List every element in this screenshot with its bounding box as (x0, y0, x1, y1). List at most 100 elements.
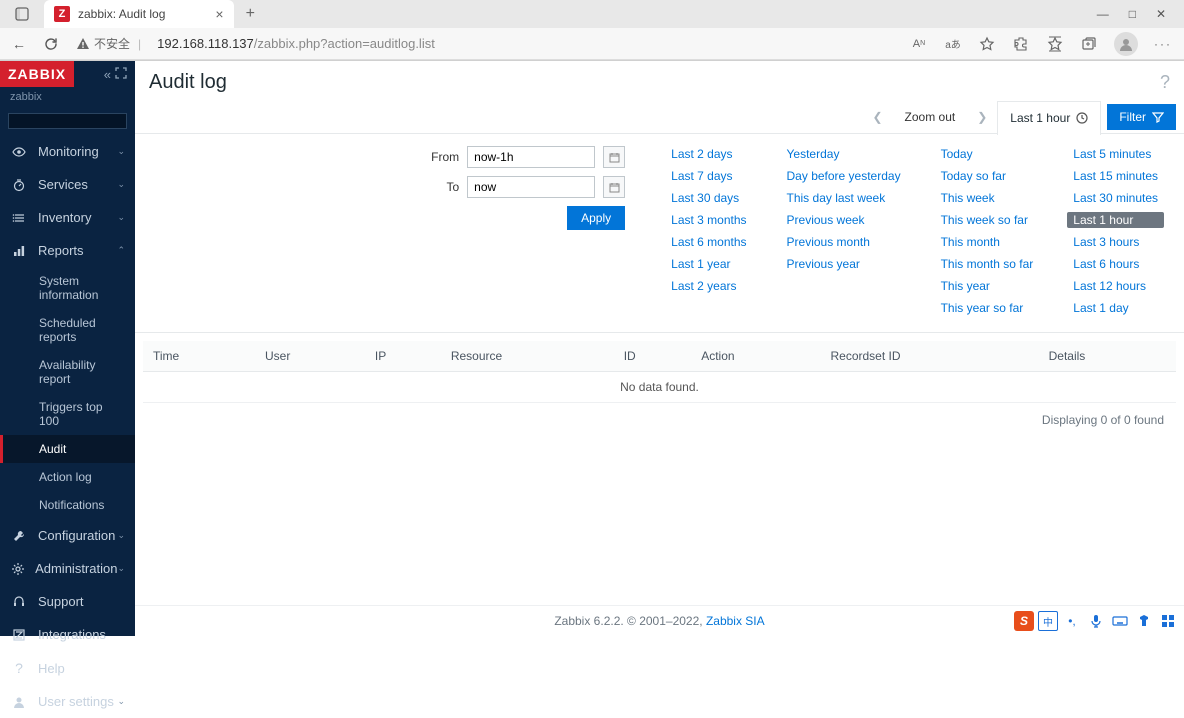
ime-sogou-icon[interactable]: S (1014, 611, 1034, 631)
nav-triggers-top[interactable]: Triggers top 100 (0, 393, 135, 435)
preset-link[interactable]: Today (935, 146, 1040, 162)
preset-link[interactable]: Previous month (781, 234, 907, 250)
preset-link[interactable]: Last 1 year (665, 256, 752, 272)
favorite-icon[interactable] (978, 35, 996, 53)
ime-punct-icon[interactable]: •, (1062, 611, 1082, 631)
minimize-icon[interactable]: — (1097, 7, 1109, 21)
nav-user-settings[interactable]: User settings ⌄ (0, 685, 135, 718)
ime-toolbox-icon[interactable] (1158, 611, 1178, 631)
preset-link[interactable]: Last 6 hours (1067, 256, 1164, 272)
collections-icon[interactable] (1080, 35, 1098, 53)
logo[interactable]: ZABBIX (0, 61, 74, 87)
preset-link[interactable]: Last 5 minutes (1067, 146, 1164, 162)
preset-link[interactable]: This week (935, 190, 1040, 206)
nav-inventory[interactable]: Inventory ⌄ (0, 201, 135, 234)
url-text[interactable]: 192.168.118.137/zabbix.php?action=auditl… (157, 36, 435, 51)
preset-link[interactable]: This month (935, 234, 1040, 250)
nav-label: Reports (38, 243, 84, 258)
preset-link[interactable]: Last 12 hours (1067, 278, 1164, 294)
tabs-overview-icon[interactable] (14, 6, 30, 22)
fullscreen-icon[interactable] (115, 67, 127, 82)
table-header[interactable]: Recordset ID (820, 341, 1038, 372)
table-header[interactable]: Details (1039, 341, 1176, 372)
preset-link[interactable]: Yesterday (781, 146, 907, 162)
zoom-out-button[interactable]: Zoom out (893, 110, 968, 124)
preset-link[interactable]: Last 30 days (665, 190, 752, 206)
chevron-down-icon: ⌄ (117, 212, 125, 223)
translate-icon[interactable]: aあ (944, 35, 962, 53)
wrench-icon (10, 529, 28, 543)
close-window-icon[interactable]: ✕ (1156, 7, 1166, 21)
favorites-bar-icon[interactable] (1046, 35, 1064, 53)
preset-link[interactable]: Last 15 minutes (1067, 168, 1164, 184)
nav-configuration[interactable]: Configuration ⌄ (0, 519, 135, 552)
profile-avatar[interactable] (1114, 32, 1138, 56)
url-path: /zabbix.php?action=auditlog.list (254, 36, 435, 51)
nav-reports[interactable]: Reports ⌃ (0, 234, 135, 267)
table-header[interactable]: User (255, 341, 365, 372)
preset-link[interactable]: Last 3 months (665, 212, 752, 228)
preset-link[interactable]: Last 6 months (665, 234, 752, 250)
result-count: Displaying 0 of 0 found (143, 403, 1176, 437)
nav-help[interactable]: ? Help (0, 651, 135, 685)
table-header[interactable]: Resource (441, 341, 614, 372)
nav-support[interactable]: Support (0, 585, 135, 618)
from-input[interactable] (467, 146, 595, 168)
maximize-icon[interactable]: □ (1129, 7, 1136, 21)
nav-system-info[interactable]: System information (0, 267, 135, 309)
nav-administration[interactable]: Administration ⌄ (0, 552, 135, 585)
preset-link[interactable]: Last 30 minutes (1067, 190, 1164, 206)
preset-link[interactable]: Previous year (781, 256, 907, 272)
nav-notifications[interactable]: Notifications (0, 491, 135, 519)
more-icon[interactable]: ··· (1154, 35, 1172, 53)
ime-keyboard-icon[interactable] (1110, 611, 1130, 631)
refresh-icon[interactable] (44, 37, 58, 51)
preset-link[interactable]: Day before yesterday (781, 168, 907, 184)
nav-action-log[interactable]: Action log (0, 463, 135, 491)
to-calendar-icon[interactable] (603, 176, 625, 198)
preset-link[interactable]: Last 1 day (1067, 300, 1164, 316)
font-size-icon[interactable]: AN (910, 35, 928, 53)
preset-link[interactable]: This month so far (935, 256, 1040, 272)
preset-link[interactable]: Last 7 days (665, 168, 752, 184)
collapse-icon[interactable]: « (104, 67, 111, 82)
nav-availability-report[interactable]: Availability report (0, 351, 135, 393)
preset-link[interactable]: Previous week (781, 212, 907, 228)
time-prev-icon[interactable]: ❮ (862, 110, 892, 124)
security-warning[interactable]: 不安全 | (76, 35, 149, 52)
preset-link[interactable]: This day last week (781, 190, 907, 206)
ime-chinese-icon[interactable]: 中 (1038, 611, 1058, 631)
new-tab-icon[interactable]: + (246, 5, 255, 23)
table-header[interactable]: ID (614, 341, 692, 372)
ime-skin-icon[interactable] (1134, 611, 1154, 631)
table-header[interactable]: Action (691, 341, 820, 372)
preset-link[interactable]: Last 2 days (665, 146, 752, 162)
to-input[interactable] (467, 176, 595, 198)
nav-audit[interactable]: Audit (0, 435, 135, 463)
sidebar-search[interactable] (8, 113, 127, 129)
preset-link[interactable]: Today so far (935, 168, 1040, 184)
preset-link[interactable]: This year so far (935, 300, 1040, 316)
back-icon[interactable]: ← (12, 36, 26, 52)
apply-button[interactable]: Apply (567, 206, 625, 230)
nav-scheduled-reports[interactable]: Scheduled reports (0, 309, 135, 351)
help-icon[interactable]: ? (1160, 72, 1170, 93)
table-header[interactable]: IP (365, 341, 441, 372)
preset-link[interactable]: This week so far (935, 212, 1040, 228)
footer-link[interactable]: Zabbix SIA (706, 614, 765, 628)
time-range-tab[interactable]: Last 1 hour (997, 101, 1101, 135)
nav-services[interactable]: Services ⌄ (0, 168, 135, 201)
preset-link[interactable]: Last 3 hours (1067, 234, 1164, 250)
extension-icon[interactable] (1012, 35, 1030, 53)
preset-link[interactable]: Last 1 hour (1067, 212, 1164, 228)
table-header[interactable]: Time (143, 341, 255, 372)
time-next-icon[interactable]: ❯ (967, 110, 997, 124)
tab-close-icon[interactable]: × (215, 6, 223, 22)
preset-link[interactable]: Last 2 years (665, 278, 752, 294)
from-calendar-icon[interactable] (603, 146, 625, 168)
preset-link[interactable]: This year (935, 278, 1040, 294)
nav-monitoring[interactable]: Monitoring ⌄ (0, 135, 135, 168)
browser-tab[interactable]: Z zabbix: Audit log × (44, 0, 234, 28)
ime-mic-icon[interactable] (1086, 611, 1106, 631)
filter-button[interactable]: Filter (1107, 104, 1176, 130)
